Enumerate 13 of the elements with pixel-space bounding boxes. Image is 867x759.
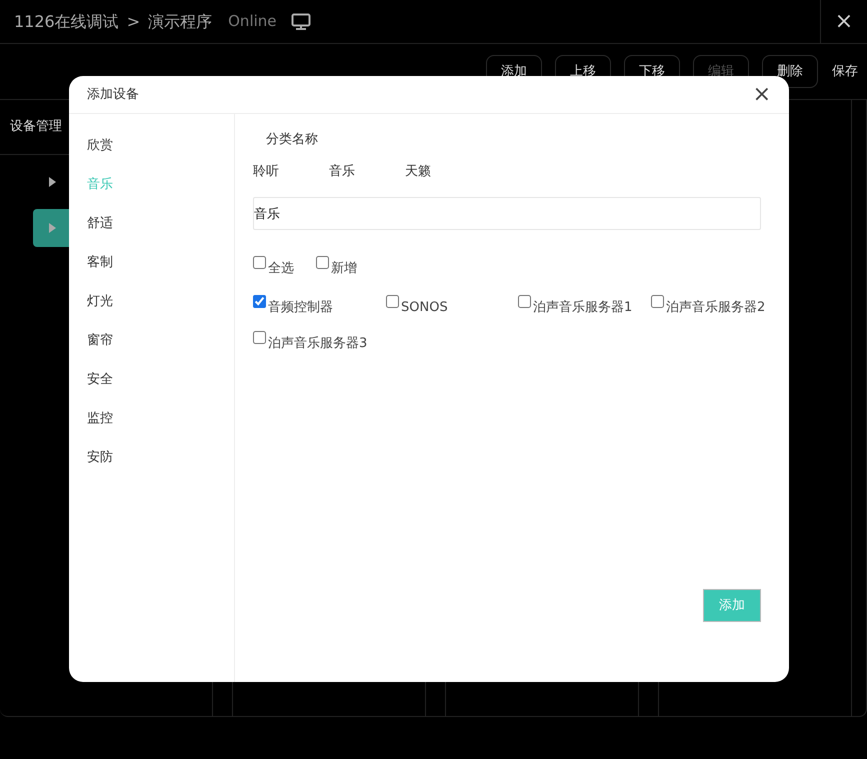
checkbox-label: 泊声音乐服务器2 [666, 298, 766, 316]
checkbox-label: 泊声音乐服务器1 [533, 298, 632, 316]
checkbox-label: 新增 [331, 260, 357, 278]
checkbox-label: 音频控制器 [268, 298, 333, 316]
page-title: 演示程序 [148, 10, 212, 32]
checkbox-label: 泊声音乐服务器3 [268, 335, 368, 353]
panel-title: 设备管理 [10, 119, 62, 134]
breadcrumb-separator: > [126, 10, 140, 32]
checkbox-label: SONOS [401, 298, 448, 316]
field-label: 分类名称 [265, 131, 319, 149]
checkbox-label: 全选 [268, 260, 294, 278]
status-text: Online [228, 11, 277, 32]
dialog-title: 添加设备 [87, 86, 139, 104]
